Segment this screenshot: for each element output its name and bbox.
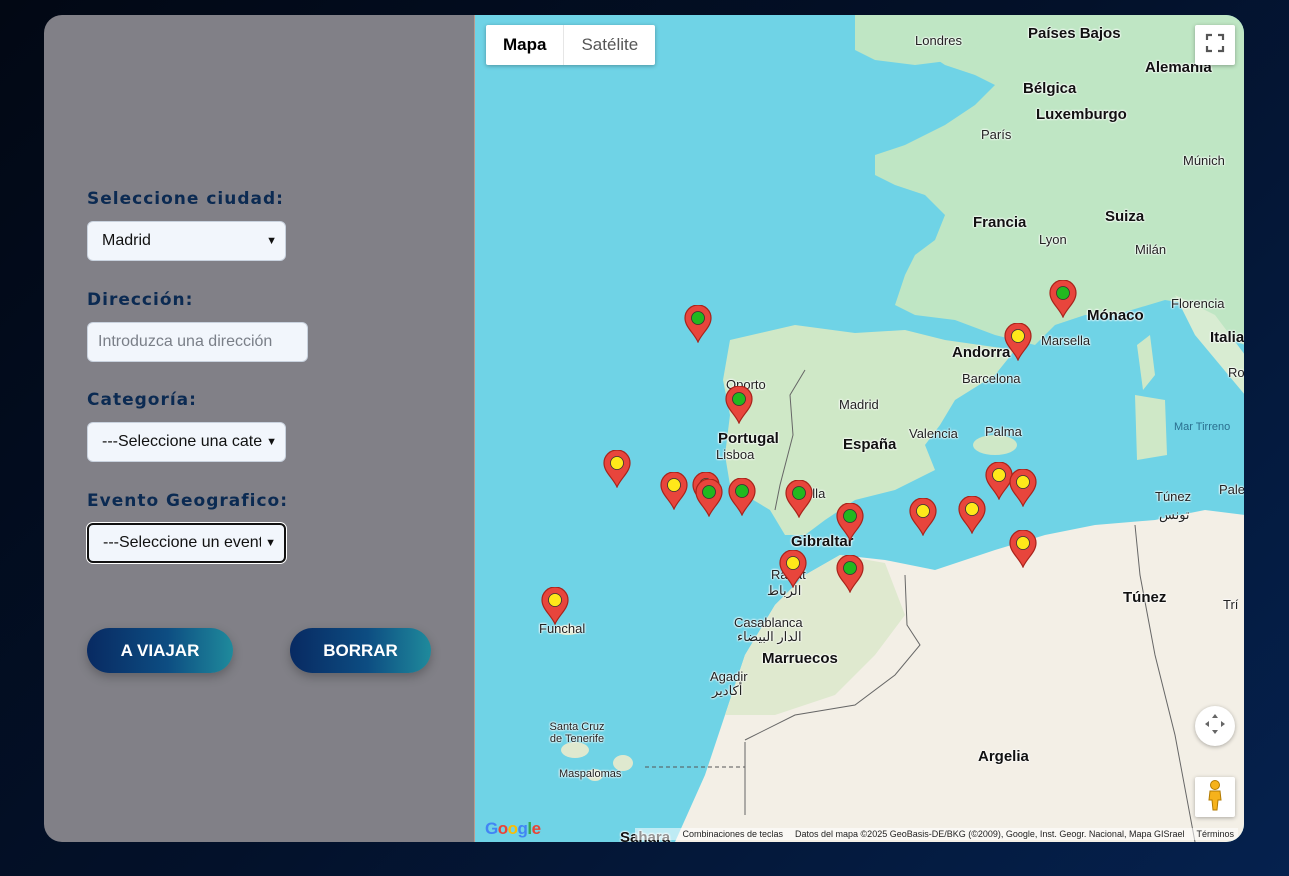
map-label-tunez: Túnez [1123, 589, 1167, 606]
map-label-paises-bajos: Países Bajos [1028, 25, 1121, 42]
map-label-marruecos: Marruecos [762, 650, 838, 667]
category-select[interactable]: ---Seleccione una categoría--- ▼ [87, 422, 286, 462]
address-label: Dirección: [87, 290, 194, 310]
map-marker-yellow[interactable] [1009, 468, 1037, 508]
map-label-argelia: Argelia [978, 748, 1029, 765]
map-label-monaco: Mónaco [1087, 307, 1144, 324]
map-label-tunez-city: Túnez [1155, 489, 1192, 504]
event-label: Evento Geografico: [87, 491, 289, 511]
map-label-portugal: Portugal [718, 430, 779, 447]
pegman-button[interactable] [1195, 777, 1235, 817]
travel-button[interactable]: A VIAJAR [87, 628, 233, 673]
map-marker-yellow[interactable] [779, 549, 807, 589]
map-marker-green[interactable] [836, 554, 864, 594]
map-marker-yellow[interactable] [1009, 529, 1037, 569]
map-label-francia: Francia [973, 214, 1027, 231]
event-select-value: ---Seleccione un evento--- [103, 534, 261, 551]
map-label-agadir: Agadir [710, 669, 748, 684]
map-label-italia: Italia [1210, 329, 1244, 346]
map-label-florencia: Florencia [1171, 296, 1225, 311]
search-panel: Seleccione ciudad: Madrid ▼ Dirección: I… [44, 15, 475, 842]
map-type-control: Mapa Satélite [486, 25, 656, 65]
map-marker-green[interactable] [1049, 279, 1077, 319]
chevron-down-icon: ▼ [265, 537, 276, 549]
map-label-santa-cruz: Santa Cruz de Tenerife [549, 721, 605, 745]
address-placeholder: Introduzca una dirección [98, 333, 273, 350]
map-label-londres: Londres [915, 33, 962, 48]
map-marker-green[interactable] [695, 478, 723, 518]
map-label-palermo: Pale [1219, 482, 1244, 497]
map-label-roma: Ro [1228, 365, 1244, 380]
pegman-icon [1205, 779, 1225, 816]
fullscreen-button[interactable] [1195, 25, 1235, 65]
category-select-value: ---Seleccione una categoría--- [102, 433, 263, 450]
keyboard-shortcuts-link[interactable]: Combinaciones de teclas [682, 829, 783, 839]
camera-control-button[interactable] [1195, 706, 1235, 746]
event-select[interactable]: ---Seleccione un evento--- ▼ [87, 523, 286, 563]
map-marker-green[interactable] [836, 502, 864, 542]
map-label-andorra: Andorra [952, 344, 1011, 361]
map-marker-green[interactable] [785, 479, 813, 519]
map-label-belgica: Bélgica [1023, 80, 1077, 97]
map-marker-yellow[interactable] [603, 449, 631, 489]
map-label-casablanca: Casablanca [734, 615, 803, 630]
google-logo[interactable]: Google [485, 819, 541, 839]
camera-control-icon [1202, 711, 1228, 742]
map-type-satellite-button[interactable]: Satélite [564, 25, 655, 65]
chevron-down-icon: ▼ [266, 235, 277, 247]
map-marker-yellow[interactable] [660, 471, 688, 511]
fullscreen-icon [1205, 33, 1225, 58]
map-marker-yellow[interactable] [958, 495, 986, 535]
map-marker-green[interactable] [725, 385, 753, 425]
map-marker-yellow[interactable] [1004, 322, 1032, 362]
map-marker-yellow[interactable] [909, 497, 937, 537]
map-label-lyon: Lyon [1039, 232, 1067, 247]
map-label-luxemburgo: Luxemburgo [1036, 106, 1127, 123]
map-marker-green[interactable] [684, 304, 712, 344]
map-label-suiza: Suiza [1105, 208, 1145, 225]
map-label-maspalomas: Maspalomas [559, 768, 622, 780]
map-label-tripoli: Trí [1223, 597, 1239, 612]
map-label-lisboa: Lisboa [716, 447, 755, 462]
address-input[interactable]: Introduzca una dirección [87, 322, 308, 362]
chevron-down-icon: ▼ [266, 436, 277, 448]
map-label-valencia: Valencia [909, 426, 958, 441]
map-footer: Combinaciones de teclas Datos del mapa ©… [635, 828, 1238, 840]
terms-link[interactable]: Términos [1196, 829, 1234, 839]
map-label-mar-tirreno: Mar Tirreno [1174, 421, 1231, 433]
map-view[interactable]: Londres Países Bajos Alemania Bélgica Lu… [475, 15, 1244, 842]
map-type-map-button[interactable]: Mapa [486, 25, 565, 65]
map-marker-yellow[interactable] [541, 586, 569, 626]
map-label-tunez-city-ar: تونس [1159, 507, 1190, 522]
map-label-barcelona: Barcelona [962, 371, 1021, 386]
map-label-espana: España [843, 436, 897, 453]
city-label: Seleccione ciudad: [87, 189, 284, 209]
map-label-paris: París [981, 127, 1012, 142]
map-label-agadir-ar: أكادير [712, 683, 743, 698]
map-label-palma: Palma [985, 424, 1022, 439]
map-data-attribution: Datos del mapa ©2025 GeoBasis-DE/BKG (©2… [795, 829, 1185, 839]
map-label-milan: Milán [1135, 242, 1167, 257]
app-card: Seleccione ciudad: Madrid ▼ Dirección: I… [44, 15, 1244, 842]
category-label: Categoría: [87, 390, 197, 410]
city-select[interactable]: Madrid ▼ [87, 221, 286, 261]
map-marker-green[interactable] [728, 477, 756, 517]
map-label-marsella: Marsella [1041, 333, 1091, 348]
map-label-munich: Múnich [1183, 153, 1225, 168]
map-label-casablanca-ar: الدار البيضاء [737, 629, 802, 644]
map-basemap [556, 15, 1244, 842]
map-label-madrid: Madrid [839, 397, 879, 412]
city-select-value: Madrid [102, 232, 151, 249]
clear-button[interactable]: BORRAR [290, 628, 431, 673]
